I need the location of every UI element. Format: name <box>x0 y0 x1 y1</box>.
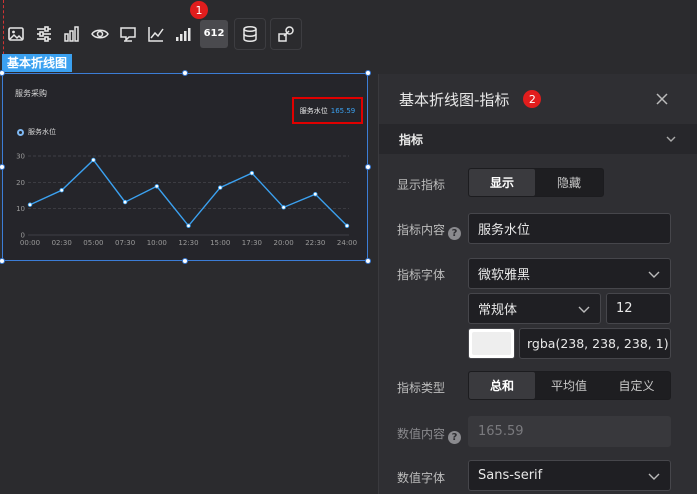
help-icon[interactable]: ? <box>448 431 462 444</box>
show-option[interactable]: 显示 <box>469 169 535 196</box>
font-color-input[interactable]: rgba(238, 238, 238, 1) <box>519 328 671 359</box>
font-family-value: 微软雅黑 <box>478 268 531 283</box>
data-point <box>91 157 96 163</box>
x-tick-label: 02:30 <box>52 239 72 247</box>
eye-icon[interactable] <box>88 20 112 48</box>
value-font-value: Sans-serif <box>478 468 543 483</box>
font-style-value: 常规体 <box>478 303 518 318</box>
data-point <box>154 184 159 189</box>
resize-handle-br[interactable] <box>365 258 371 264</box>
y-tick-label: 30 <box>16 153 25 161</box>
x-tick-label: 17:30 <box>242 239 262 247</box>
value-content-label-text: 数值内容 <box>397 427 446 441</box>
help-icon[interactable]: ? <box>448 227 462 240</box>
x-tick-label: 10:00 <box>147 239 167 247</box>
resize-handle-t[interactable] <box>182 70 188 76</box>
x-tick-label: 24:00 <box>337 239 357 247</box>
data-point <box>59 188 64 193</box>
axis-chart-icon[interactable] <box>144 20 168 48</box>
x-tick-label: 22:30 <box>305 239 325 247</box>
hide-option[interactable]: 隐藏 <box>535 169 603 196</box>
show-indicator-label: 显示指标 <box>397 178 446 192</box>
data-point <box>249 170 255 176</box>
number-indicator-label: 612 <box>203 28 225 39</box>
font-color-swatch[interactable] <box>468 328 515 359</box>
component-type-group: 612 <box>2 18 230 50</box>
resize-handle-tr[interactable] <box>365 70 371 76</box>
step-badge-1: 1 <box>190 1 208 19</box>
data-point <box>344 223 350 228</box>
x-tick-label: 15:00 <box>210 239 230 247</box>
y-tick-label: 20 <box>16 179 25 187</box>
data-point <box>27 202 33 207</box>
type-custom-option[interactable]: 自定义 <box>603 372 670 399</box>
chevron-down-icon <box>648 473 660 480</box>
x-tick-label: 20:00 <box>274 239 294 247</box>
rising-bars-icon[interactable] <box>172 20 196 48</box>
show-indicator-toggle: 显示 隐藏 <box>468 168 604 197</box>
sliders-icon[interactable] <box>32 20 56 48</box>
x-tick-label: 05:00 <box>83 239 103 247</box>
database-button[interactable] <box>234 18 266 50</box>
value-font-label: 数值字体 <box>397 471 446 485</box>
toolbar: 612 <box>2 18 302 50</box>
indicator-content-input[interactable]: 服务水位 <box>468 213 671 244</box>
close-icon[interactable] <box>653 90 671 108</box>
shapes-button[interactable] <box>270 18 302 50</box>
component-tag[interactable]: 基本折线图 <box>2 54 73 72</box>
section-indicator[interactable]: 指标 <box>379 124 697 154</box>
shapes-icon <box>278 26 294 42</box>
resize-handle-bl[interactable] <box>0 258 5 264</box>
type-average-option[interactable]: 平均值 <box>535 372 603 399</box>
resize-handle-r[interactable] <box>365 164 371 170</box>
series-line <box>29 158 348 227</box>
x-tick-label: 12:30 <box>178 239 198 247</box>
type-sum-option[interactable]: 总和 <box>469 372 535 399</box>
panel-header: 基本折线图-指标 2 <box>379 74 697 124</box>
properties-panel: 基本折线图-指标 2 指标 显示指标 显示 隐藏 指标内容? 服务水位 指标字体… <box>378 74 697 494</box>
value-content-label: 数值内容? <box>397 425 462 444</box>
data-point <box>186 223 191 228</box>
bar-chart-icon[interactable] <box>60 20 84 48</box>
chevron-down-icon <box>578 306 590 313</box>
value-font-select[interactable]: Sans-serif <box>468 460 671 491</box>
indicator-type-toggle: 总和 平均值 自定义 <box>468 371 671 400</box>
value-content-input: 165.59 <box>468 416 671 447</box>
step-badge-2: 2 <box>523 90 542 108</box>
font-family-select[interactable]: 微软雅黑 <box>468 258 671 289</box>
font-size-input[interactable]: 12 <box>606 293 671 324</box>
data-point <box>122 199 128 205</box>
indicator-content-label-text: 指标内容 <box>397 223 446 237</box>
chat-icon[interactable] <box>116 20 140 48</box>
y-tick-label: 10 <box>16 205 25 213</box>
indicator-type-label: 指标类型 <box>397 381 446 395</box>
data-point <box>313 191 318 197</box>
number-indicator-icon[interactable]: 612 <box>200 20 228 48</box>
indicator-font-label: 指标字体 <box>397 268 446 282</box>
x-tick-label: 07:30 <box>115 239 135 247</box>
panel-title: 基本折线图-指标 <box>399 90 510 109</box>
x-tick-label: 00:00 <box>20 239 40 247</box>
chevron-down-icon <box>666 136 676 142</box>
indicator-content-label: 指标内容? <box>397 221 462 240</box>
font-color-preview <box>472 332 511 355</box>
resize-handle-b[interactable] <box>182 258 188 264</box>
database-icon <box>243 25 257 43</box>
line-chart-component[interactable]: 服务采购 服务水位 165.59 服务水位 0 10 20 30 00:00 02:30 0… <box>2 73 368 261</box>
image-icon[interactable] <box>4 20 28 48</box>
chevron-down-icon <box>648 271 660 278</box>
line-chart-plot: 010203000:00 02:30 05:00 07:30 10:00 12:30 15:… <box>16 153 357 248</box>
section-title: 指标 <box>399 132 424 147</box>
font-style-select[interactable]: 常规体 <box>468 293 601 324</box>
data-point <box>281 205 286 210</box>
data-point <box>217 185 223 190</box>
